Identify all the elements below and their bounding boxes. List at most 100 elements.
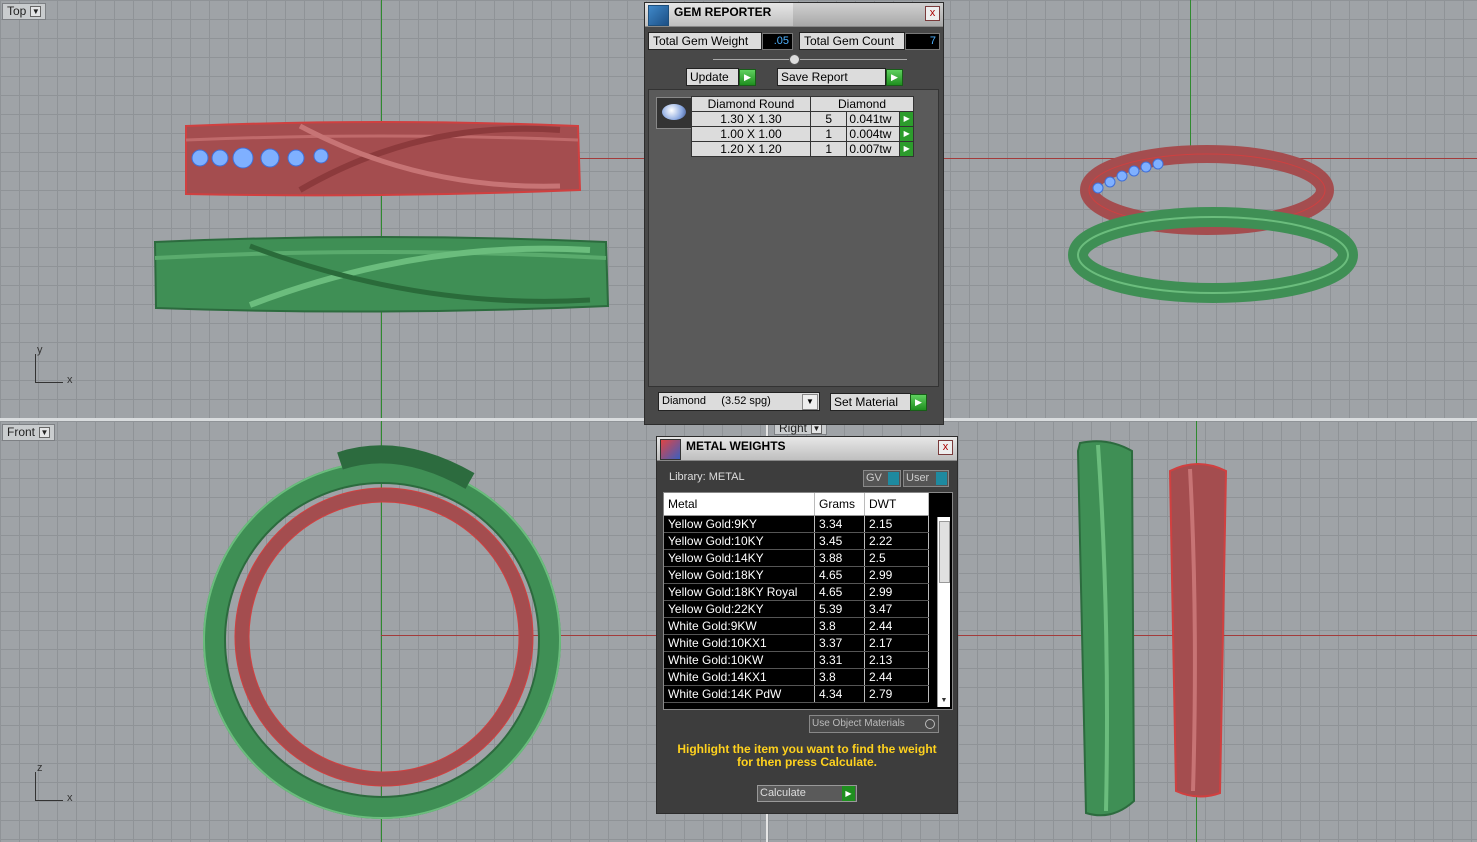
axis-gizmo-front: z x bbox=[35, 762, 75, 804]
metal-row[interactable]: Yellow Gold:14KY 3.88 2.5 bbox=[664, 549, 929, 567]
update-button[interactable]: Update bbox=[686, 68, 739, 86]
metal-grams: 3.88 bbox=[814, 549, 865, 567]
metal-row[interactable]: Yellow Gold:18KY Royal 4.65 2.99 bbox=[664, 583, 929, 601]
metal-dwt: 2.44 bbox=[864, 668, 929, 686]
metal-row[interactable]: White Gold:10KX1 3.37 2.17 bbox=[664, 634, 929, 652]
gem-weight: 0.041tw bbox=[846, 111, 901, 127]
library-label: Library: METAL bbox=[669, 471, 745, 483]
gem-row-go-icon[interactable]: ▶ bbox=[899, 111, 914, 127]
metal-name: White Gold:9KW bbox=[664, 617, 815, 635]
grams-column-header[interactable]: Grams bbox=[814, 493, 865, 516]
metal-row[interactable]: Yellow Gold:9KY 3.34 2.15 bbox=[664, 515, 929, 533]
metal-name: White Gold:14K PdW bbox=[664, 685, 815, 703]
metal-name: Yellow Gold:9KY bbox=[664, 515, 815, 533]
front-viewport[interactable]: z x Front ▼ bbox=[0, 421, 766, 842]
metal-grams: 3.34 bbox=[814, 515, 865, 533]
gem-weight: 0.004tw bbox=[846, 126, 901, 142]
user-toggle[interactable]: User bbox=[903, 470, 949, 487]
save-report-button[interactable]: Save Report bbox=[777, 68, 886, 86]
front-view-models[interactable] bbox=[0, 421, 766, 842]
set-material-button[interactable]: Set Material bbox=[830, 393, 911, 411]
metal-column-header[interactable]: Metal bbox=[664, 493, 815, 516]
material-select-value: Diamond (3.52 spg) bbox=[662, 395, 771, 407]
total-gem-count-value: 7 bbox=[905, 33, 940, 50]
metal-name: White Gold:10KX1 bbox=[664, 634, 815, 652]
viewport-title-front[interactable]: Front ▼ bbox=[2, 424, 56, 441]
metal-name: Yellow Gold:18KY Royal bbox=[664, 583, 815, 601]
metal-name: White Gold:14KX1 bbox=[664, 668, 815, 686]
close-icon[interactable]: x bbox=[938, 440, 953, 455]
gem-row-go-icon[interactable]: ▶ bbox=[899, 126, 914, 142]
gem-row[interactable]: 1.00 X 1.00 1 0.004tw ▶ bbox=[691, 126, 914, 142]
gem-list-area[interactable]: Diamond Round Diamond 1.30 X 1.30 5 0.04… bbox=[648, 89, 939, 387]
toggle-icon bbox=[936, 472, 947, 485]
metal-row[interactable]: White Gold:14KX1 3.8 2.44 bbox=[664, 668, 929, 686]
save-report-go-icon[interactable]: ▶ bbox=[886, 69, 903, 86]
gem-row-go-icon[interactable]: ▶ bbox=[899, 141, 914, 157]
scrollbar-thumb[interactable] bbox=[939, 521, 950, 583]
update-go-icon[interactable]: ▶ bbox=[739, 69, 756, 86]
diamond-round-icon bbox=[656, 97, 692, 129]
metal-grams: 3.31 bbox=[814, 651, 865, 669]
metal-table: Metal Grams DWT Yellow Gold:9KY 3.34 2.15 Y… bbox=[664, 493, 929, 703]
metal-dwt: 2.5 bbox=[864, 549, 929, 567]
metal-row[interactable]: White Gold:14K PdW 4.34 2.79 bbox=[664, 685, 929, 703]
metal-row[interactable]: White Gold:9KW 3.8 2.44 bbox=[664, 617, 929, 635]
user-label: User bbox=[906, 472, 930, 484]
metal-row[interactable]: White Gold:10KW 3.31 2.13 bbox=[664, 651, 929, 669]
metal-grams: 4.65 bbox=[814, 583, 865, 601]
close-icon[interactable]: x bbox=[925, 6, 940, 21]
chevron-down-icon[interactable]: ▼ bbox=[802, 394, 818, 410]
gem-count: 1 bbox=[809, 126, 848, 142]
metal-row[interactable]: Yellow Gold:18KY 4.65 2.99 bbox=[664, 566, 929, 584]
gem-table: Diamond Round Diamond 1.30 X 1.30 5 0.04… bbox=[691, 96, 914, 157]
radio-icon bbox=[925, 719, 935, 729]
gem-size: 1.00 X 1.00 bbox=[691, 126, 811, 142]
scroll-down-icon[interactable]: ▼ bbox=[938, 697, 950, 707]
calculate-button[interactable]: Calculate ▶ bbox=[757, 785, 857, 802]
gv-label: GV bbox=[866, 472, 882, 484]
metal-row[interactable]: Yellow Gold:10KY 3.45 2.22 bbox=[664, 532, 929, 550]
dwt-column-header[interactable]: DWT bbox=[864, 493, 929, 516]
set-material-go-icon[interactable]: ▶ bbox=[910, 394, 927, 411]
gem-reporter-title: GEM REPORTER bbox=[674, 5, 772, 19]
metal-name: Yellow Gold:18KY bbox=[664, 566, 815, 584]
gem-weight: 0.007tw bbox=[846, 141, 901, 157]
metal-grams: 5.39 bbox=[814, 600, 865, 618]
gem-slider-track[interactable] bbox=[713, 59, 907, 60]
gem-row[interactable]: 1.30 X 1.30 5 0.041tw ▶ bbox=[691, 111, 914, 127]
metal-dwt: 2.15 bbox=[864, 515, 929, 533]
gv-toggle[interactable]: GV bbox=[863, 470, 901, 487]
metal-dwt: 2.99 bbox=[864, 566, 929, 584]
metal-grams: 4.65 bbox=[814, 566, 865, 584]
metal-table-container[interactable]: Metal Grams DWT Yellow Gold:9KY 3.34 2.15 Y… bbox=[663, 492, 953, 710]
metal-table-scrollbar[interactable]: ▼ bbox=[937, 517, 950, 707]
metal-row[interactable]: Yellow Gold:22KY 5.39 3.47 bbox=[664, 600, 929, 618]
axis-gizmo-z-label: z bbox=[37, 762, 43, 774]
viewport-title-top-text: Top bbox=[7, 4, 27, 18]
calculate-label: Calculate bbox=[760, 787, 806, 799]
material-select[interactable]: Diamond (3.52 spg) ▼ bbox=[658, 392, 820, 411]
metal-grams: 4.34 bbox=[814, 685, 865, 703]
metal-grams: 3.45 bbox=[814, 532, 865, 550]
metal-weights-titlebar[interactable]: METAL WEIGHTS bbox=[657, 437, 957, 461]
metal-weights-panel: METAL WEIGHTS x Library: METAL GV User M… bbox=[656, 436, 958, 814]
chevron-down-icon[interactable]: ▼ bbox=[39, 427, 51, 438]
viewport-title-front-text: Front bbox=[7, 425, 36, 439]
use-object-materials-label: Use Object Materials bbox=[812, 718, 905, 729]
chevron-down-icon[interactable]: ▼ bbox=[30, 6, 42, 17]
metal-dwt: 2.79 bbox=[864, 685, 929, 703]
gem-slider-handle[interactable] bbox=[789, 54, 800, 65]
calculate-go-icon: ▶ bbox=[842, 786, 855, 801]
total-gem-weight-label: Total Gem Weight bbox=[648, 32, 762, 50]
gem-reporter-titlebar[interactable]: GEM REPORTER bbox=[645, 3, 793, 27]
gem-reporter-app-icon bbox=[648, 5, 669, 26]
gem-count: 5 bbox=[809, 111, 848, 127]
gem-row[interactable]: 1.20 X 1.20 1 0.007tw ▶ bbox=[691, 141, 914, 157]
metal-dwt: 2.99 bbox=[864, 583, 929, 601]
use-object-materials-toggle[interactable]: Use Object Materials bbox=[809, 715, 939, 733]
gem-count: 1 bbox=[809, 141, 848, 157]
viewport-title-top[interactable]: Top ▼ bbox=[2, 3, 47, 20]
metal-dwt: 2.17 bbox=[864, 634, 929, 652]
total-gem-weight-value: .05 bbox=[762, 33, 793, 50]
